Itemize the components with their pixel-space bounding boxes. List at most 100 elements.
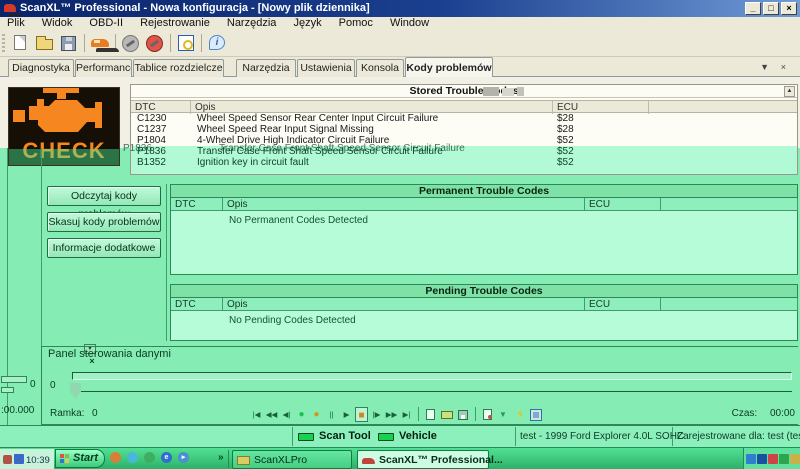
volume-tray-icon[interactable] <box>790 454 800 464</box>
tab-ustawienia[interactable]: Ustawienia <box>297 59 355 77</box>
save-log-icon[interactable] <box>456 407 470 422</box>
menu-narzedzia[interactable]: Narzędzia <box>220 17 284 30</box>
tab-konsola[interactable]: Konsola <box>356 59 404 77</box>
playback-slider-line <box>72 391 792 392</box>
open-log-icon[interactable] <box>440 407 454 422</box>
menu-widok[interactable]: Widok <box>35 17 80 30</box>
restore-button[interactable]: □ <box>763 2 779 15</box>
time-value: 00:00 <box>770 408 795 419</box>
tab-performance[interactable]: Performance <box>75 59 132 77</box>
rewind-icon[interactable]: ◀◀ <box>265 407 278 422</box>
clear-codes-button[interactable]: Skasuj kody problemów <box>47 212 161 232</box>
pause-icon[interactable]: || <box>325 407 338 422</box>
save-file-icon[interactable] <box>58 33 80 53</box>
playback-slider-thumb[interactable] <box>70 383 81 399</box>
menu-window[interactable]: Window <box>383 17 436 30</box>
col-ecu: ECU <box>585 298 661 311</box>
permanent-column-header: DTC Opis ECU <box>171 198 797 211</box>
tab-kody-problemow[interactable]: Kody problemów <box>405 57 493 77</box>
tab-narzedzia[interactable]: Narzędzia <box>236 59 296 77</box>
firefox-icon[interactable] <box>110 452 121 463</box>
network-error-tray-icon[interactable] <box>768 454 778 464</box>
scanxl-window: ScanXL™ Professional - Nowa konfiguracja… <box>0 0 800 469</box>
tray-remnant-icon <box>14 454 24 464</box>
menu-rejestrowanie[interactable]: Rejestrowanie <box>133 17 217 30</box>
glitch-bar <box>1 387 14 393</box>
disconnect-icon[interactable] <box>144 33 166 53</box>
play-icon[interactable]: ▶ <box>340 407 353 422</box>
monitor-icon[interactable] <box>529 407 543 422</box>
additional-info-button[interactable]: Informacje dodatkowe <box>47 238 161 258</box>
marker-icon[interactable]: ● <box>310 407 323 422</box>
step-forward-icon[interactable]: |▶ <box>370 407 383 422</box>
gauge-designer-icon[interactable] <box>175 33 197 53</box>
glitch-line <box>7 148 8 443</box>
taskbar-window-scanxlpro[interactable]: ScanXLPro <box>232 450 352 469</box>
new-log-icon[interactable] <box>424 407 438 422</box>
start-button[interactable]: Start <box>55 449 105 468</box>
step-back-icon[interactable]: ◀| <box>280 407 293 422</box>
close-button[interactable]: × <box>781 2 797 15</box>
tab-menu-icon[interactable]: ▼ <box>760 61 769 73</box>
table-row[interactable]: B1352 Ignition key in circuit fault $52 <box>131 157 797 168</box>
panel-title: Panel sterowania danymi <box>48 348 171 360</box>
playback-slider-track[interactable] <box>72 372 792 380</box>
col-blank <box>661 198 798 211</box>
glitch-ghost-text: Transfer Case Front Shaft Speed Sensor C… <box>219 143 465 154</box>
scan-tool-label: Scan Tool <box>319 430 371 442</box>
battery-tray-icon[interactable] <box>757 454 767 464</box>
scroll-up-icon[interactable]: ▲ <box>784 86 795 97</box>
menu-obd2[interactable]: OBD-II <box>82 17 130 30</box>
menu-pomoc[interactable]: Pomoc <box>332 17 380 30</box>
tab-bar: Diagnostyka Performance Tablice rozdziel… <box>0 57 800 77</box>
stop-icon[interactable]: ■ <box>355 407 368 422</box>
media-player-icon[interactable]: ▸ <box>178 452 189 463</box>
table-row[interactable]: C1237 Wheel Speed Rear Input Signal Miss… <box>131 124 797 135</box>
skip-back-icon[interactable]: |◀ <box>250 407 263 422</box>
menu-jezyk[interactable]: Język <box>286 17 328 30</box>
app-car-icon <box>4 4 16 12</box>
menu-plik[interactable]: Plik <box>0 17 32 30</box>
col-dtc: DTC <box>171 298 223 311</box>
tray-remnant-icon <box>3 455 12 464</box>
skip-end-icon[interactable]: ▶| <box>400 407 413 422</box>
scan-tool-led <box>298 433 314 441</box>
stored-codes-title: Stored Trouble Codes <box>131 85 797 98</box>
col-opis: Opis <box>223 298 585 311</box>
menu-bar: Plik Widok OBD-II Rejestrowanie Narzędzi… <box>0 17 800 30</box>
open-file-icon[interactable] <box>34 33 56 53</box>
record-icon[interactable]: ● <box>295 407 308 422</box>
read-codes-button[interactable]: Odczytaj kody problemów <box>47 186 161 206</box>
col-opis: Opis <box>223 198 585 211</box>
time-display: Czas: 00:00 <box>732 408 795 419</box>
download-icon[interactable]: ▼ <box>497 407 511 422</box>
new-file-icon[interactable] <box>10 33 32 53</box>
car-icon <box>362 458 375 464</box>
fast-forward-icon[interactable]: ▶▶ <box>385 407 398 422</box>
display-tray-icon[interactable] <box>746 454 756 464</box>
vehicle-icon[interactable] <box>89 33 111 53</box>
table-row[interactable]: P1836 Transfer Case Front Shaft Speed Se… <box>131 146 797 157</box>
tab-close-icon[interactable]: × <box>781 61 786 73</box>
connect-icon[interactable] <box>120 33 142 53</box>
explorer-icon[interactable] <box>144 452 155 463</box>
table-row[interactable]: C1230 Wheel Speed Sensor Rear Center Inp… <box>131 113 797 124</box>
taskbar-glitch-corner: 10:39 <box>0 449 54 469</box>
export-log-icon[interactable] <box>481 407 495 422</box>
toolbar-grip[interactable] <box>2 34 5 52</box>
shield-tray-icon[interactable] <box>779 454 789 464</box>
minimize-button[interactable]: _ <box>745 2 761 15</box>
taskbar-window-scanxl-professional[interactable]: ScanXL™ Professional... <box>357 450 489 469</box>
messenger-icon[interactable] <box>127 452 138 463</box>
frame-label: Ramka: <box>50 408 84 419</box>
pending-codes-title: Pending Trouble Codes <box>171 285 797 298</box>
statusbar-divider <box>515 427 516 446</box>
info-icon[interactable]: i <box>206 33 228 53</box>
playback-controls: |◀ ◀◀ ◀| ● ● || ▶ ■ |▶ ▶▶ ▶| ▼ <box>250 405 543 423</box>
frame-value: 0 <box>92 408 98 419</box>
flash-icon[interactable] <box>513 407 527 422</box>
tab-diagnostyka[interactable]: Diagnostyka <box>8 59 74 77</box>
quick-launch-chevron-icon[interactable]: » <box>218 452 224 463</box>
ie-icon[interactable]: e <box>161 452 172 463</box>
tab-tablice-rozdzielcze[interactable]: Tablice rozdzielcze <box>133 59 224 77</box>
